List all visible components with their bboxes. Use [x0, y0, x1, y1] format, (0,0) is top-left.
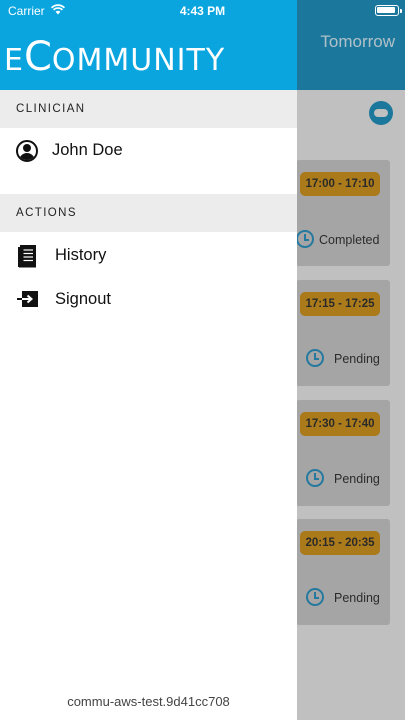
- history-menu-item[interactable]: History: [0, 234, 297, 278]
- section-label: CLINICIAN: [16, 103, 86, 115]
- logo-e: E: [4, 43, 24, 78]
- actions-section-header: ACTIONS: [0, 194, 297, 232]
- clinician-section-header: CLINICIAN: [0, 90, 297, 128]
- user-icon: [16, 140, 38, 162]
- ecommunity-logo: ECOMMUNITY: [4, 36, 225, 82]
- signout-menu-item[interactable]: Signout: [0, 278, 297, 322]
- drawer-scrim[interactable]: [297, 0, 405, 720]
- history-label: History: [55, 246, 107, 264]
- clinician-name: John Doe: [52, 141, 123, 159]
- clinician-profile[interactable]: John Doe: [0, 129, 297, 173]
- section-label: ACTIONS: [16, 207, 77, 219]
- status-bar: Carrier 4:43 PM: [0, 0, 405, 22]
- navigation-drawer: ECOMMUNITY CLINICIAN John Doe ACTIONS Hi…: [0, 0, 297, 720]
- signout-icon: [17, 291, 38, 307]
- logo-rest: OMMUNITY: [51, 43, 226, 78]
- battery-icon: [375, 5, 402, 16]
- signout-label: Signout: [55, 290, 111, 308]
- screen: Tomorrow 17:00 - 17:10 Completed 17:15 -…: [0, 0, 405, 720]
- status-time: 4:43 PM: [179, 4, 226, 18]
- history-icon: [18, 245, 36, 268]
- version-label: commu-aws-test.9d41cc708: [67, 694, 230, 709]
- logo-c: C: [23, 34, 52, 80]
